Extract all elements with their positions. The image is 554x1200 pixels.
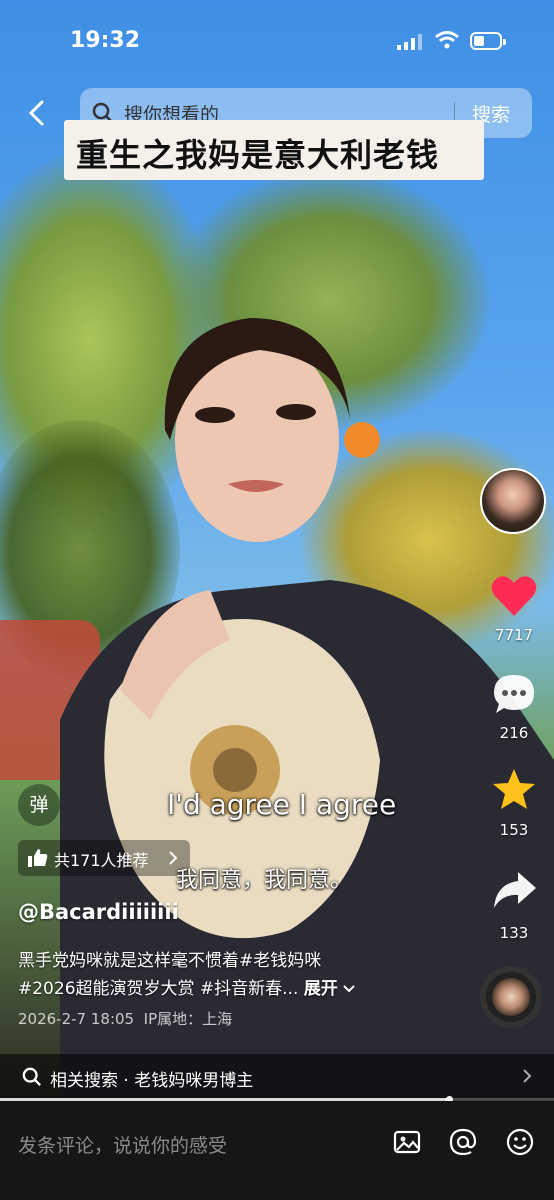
comment-input[interactable]: 发条评论，说说你的感受	[18, 1131, 227, 1158]
comment-bar: 发条评论，说说你的感受	[0, 1101, 554, 1200]
description-hashtags[interactable]: #2026超能演贺岁大赏 #抖音新春...	[18, 979, 298, 999]
search-icon	[22, 1067, 41, 1086]
danmaku-toggle-button[interactable]: 弹	[18, 784, 60, 826]
emoji-icon[interactable]	[505, 1127, 535, 1157]
favorite-count: 153	[499, 821, 529, 839]
subtitle-english: I'd agree I agree	[167, 788, 397, 821]
post-date: 2026-2-7 18:05	[18, 1010, 135, 1028]
title-banner: 重生之我妈是意大利老钱	[64, 120, 484, 180]
comment-icon[interactable]	[490, 672, 538, 716]
chevron-right-icon	[523, 1069, 532, 1083]
description-line-1: 黑手党妈咪就是这样毫不惯着#老钱妈咪	[18, 951, 322, 971]
like-count: 7717	[494, 626, 534, 644]
mention-icon[interactable]	[448, 1127, 478, 1157]
image-icon[interactable]	[392, 1127, 422, 1157]
post-meta: 2026-2-7 18:05 IP属地：上海	[18, 1008, 232, 1029]
signal-icon	[397, 34, 422, 50]
heart-icon[interactable]	[490, 574, 538, 618]
banner-title: 重生之我妈是意大利老钱	[76, 136, 440, 174]
status-time: 19:32	[70, 28, 141, 53]
chevron-down-icon	[343, 985, 355, 993]
author-avatar[interactable]	[480, 468, 546, 534]
related-search-bar[interactable]: 相关搜索 · 老钱妈咪男博主	[0, 1054, 554, 1100]
wifi-icon	[435, 31, 459, 49]
recommend-chip[interactable]: 共171人推荐	[18, 840, 190, 876]
ip-location: IP属地：上海	[143, 1010, 233, 1028]
subtitle-chinese: 我同意，我同意。	[176, 868, 353, 893]
status-bar: 19:32	[0, 0, 554, 84]
share-icon[interactable]	[490, 868, 538, 912]
star-icon[interactable]	[490, 767, 538, 811]
recommend-text: 共171人推荐	[54, 851, 149, 870]
related-search-text: 相关搜索 · 老钱妈咪男博主	[50, 1071, 254, 1091]
back-arrow-icon[interactable]	[22, 98, 52, 128]
author-name[interactable]: @Bacardiiiiiiii	[18, 900, 179, 924]
thumbs-up-icon	[28, 849, 48, 867]
battery-icon	[470, 32, 506, 50]
comment-count: 216	[499, 724, 529, 742]
expand-button[interactable]: 展开	[304, 979, 338, 999]
share-count: 133	[499, 924, 529, 942]
music-disc-icon[interactable]	[480, 966, 542, 1028]
description-line-2: #2026超能演贺岁大赏 #抖音新春... 展开	[18, 974, 355, 999]
